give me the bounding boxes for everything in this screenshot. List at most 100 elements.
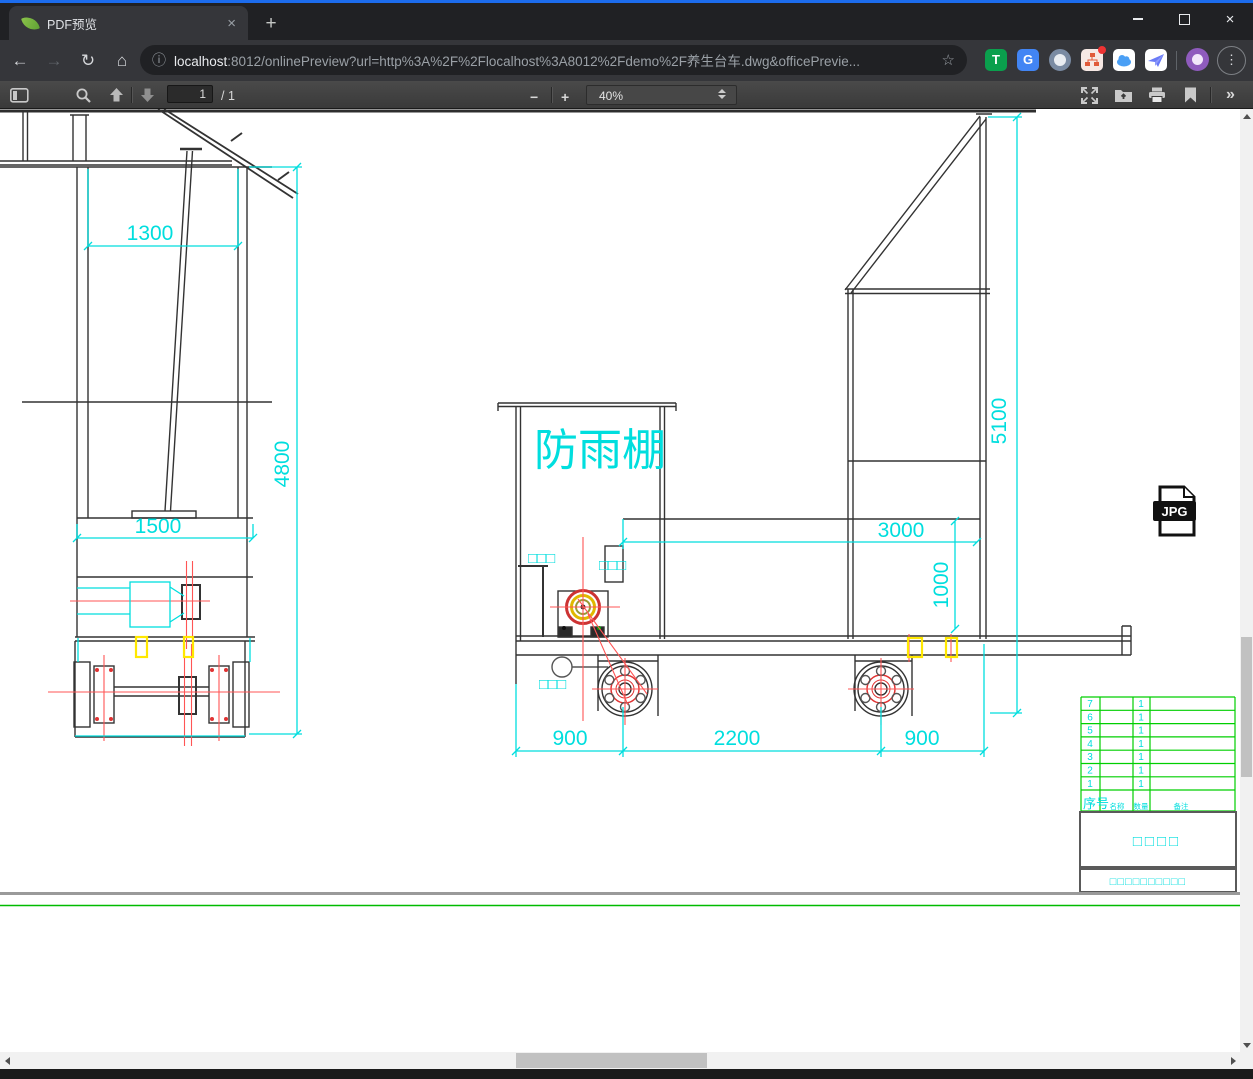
tampermonkey-extension-icon[interactable]: T: [985, 49, 1007, 71]
vertical-scrollbar[interactable]: [1240, 109, 1253, 1052]
scroll-up-arrow[interactable]: [1240, 109, 1253, 123]
translate-extension-icon[interactable]: G: [1017, 49, 1039, 71]
zoom-level-select[interactable]: 40%: [586, 85, 737, 105]
reload-button[interactable]: ↻: [74, 51, 102, 71]
dim-box-height: 1000: [930, 562, 953, 609]
forward-button[interactable]: →: [40, 51, 68, 71]
horizontal-scroll-thumb[interactable]: [516, 1053, 707, 1068]
avatar-face: [1192, 54, 1203, 65]
bird-extension-icon[interactable]: [1145, 49, 1167, 71]
rain-shelter-label: 防雨棚: [534, 426, 666, 475]
search-button[interactable]: [75, 86, 92, 104]
bom-header-name: 名称: [1110, 801, 1126, 811]
pdf-toolbar: / 1 − + 40% »: [0, 81, 1253, 109]
wheel-left: [597, 655, 659, 717]
presentation-mode-button[interactable]: [1081, 86, 1098, 104]
maximize-button[interactable]: [1161, 3, 1207, 35]
sitemap-extension-icon[interactable]: [1081, 46, 1106, 71]
bom-qty: 1: [1138, 766, 1144, 777]
page-info-icon[interactable]: ⓘ: [152, 50, 166, 70]
profile-avatar[interactable]: [1186, 48, 1209, 71]
tools-separator: [1210, 87, 1212, 103]
page-up-icon: [110, 88, 123, 102]
tab-pdf-preview[interactable]: PDF预览 ×: [9, 6, 248, 40]
bookmark-button[interactable]: [1184, 86, 1197, 104]
annotation-1: □□□: [528, 550, 555, 567]
bird-glyph: [1148, 54, 1164, 67]
print-button[interactable]: [1148, 86, 1166, 104]
spring-leaf-favicon: [21, 13, 40, 33]
bom-qty: 1: [1138, 739, 1144, 750]
page-count-label: / 1: [221, 89, 235, 103]
sidebar-toggle-button[interactable]: [10, 86, 29, 104]
front-view: [0, 109, 1036, 738]
jpg-file-icon[interactable]: JPG: [1153, 485, 1196, 537]
url-rest: :8012/onlinePreview?url=http%3A%2F%2Floc…: [227, 54, 860, 69]
bom-header-qty: 数量: [1134, 801, 1150, 811]
bom-qty: 1: [1138, 699, 1144, 710]
zoom-level-value: 40%: [599, 89, 624, 103]
dim-right-overhang: 900: [904, 727, 939, 750]
bom-qty: 1: [1138, 726, 1144, 737]
dim-box-length: 3000: [878, 519, 925, 542]
bom-no: 1: [1087, 779, 1093, 790]
open-file-icon: [1115, 90, 1132, 102]
window-controls: ×: [1115, 3, 1253, 35]
back-button[interactable]: ←: [6, 51, 34, 71]
home-button[interactable]: ⌂: [108, 51, 136, 71]
tab-title: PDF预览: [47, 17, 98, 32]
scroll-down-arrow[interactable]: [1240, 1038, 1253, 1052]
window-bottom-edge: [0, 1069, 1253, 1079]
highlight-marks: [134, 635, 959, 659]
browser-menu-button[interactable]: ⋮: [1217, 46, 1246, 75]
bom-grid: [1080, 696, 1236, 812]
minimize-button[interactable]: [1115, 3, 1161, 35]
page-down-icon: [141, 88, 154, 102]
url-text[interactable]: localhost:8012/onlinePreview?url=http%3A…: [174, 50, 934, 70]
side-view: [497, 113, 1132, 684]
hub-bolt-marks: [95, 668, 228, 721]
zoom-out-button[interactable]: −: [530, 89, 538, 105]
cad-canvas: 1300 1500 4800 3000 1000 5100 900 2200 9…: [0, 109, 1240, 907]
scroll-left-arrow[interactable]: [0, 1052, 14, 1069]
horizontal-scrollbar[interactable]: [0, 1052, 1240, 1069]
zoom-in-button[interactable]: +: [561, 89, 569, 105]
footer-block-text: □□□□□□□□□□: [1110, 876, 1186, 888]
scroll-right-arrow[interactable]: [1226, 1052, 1240, 1069]
address-bar[interactable]: ⓘ localhost:8012/onlinePreview?url=http%…: [140, 45, 967, 75]
dimension-labels: 1300 1500 4800 3000 1000 5100 900 2200 9…: [127, 222, 1011, 750]
page-up-button[interactable]: [108, 86, 125, 104]
print-icon: [1149, 87, 1165, 103]
fullscreen-icon: [1081, 86, 1098, 104]
tab-close-icon[interactable]: ×: [223, 15, 240, 32]
bom-no: 2: [1087, 766, 1093, 777]
bom-no: 6: [1087, 712, 1093, 723]
select-spinner-icon: [718, 89, 726, 99]
sidebar-toggle-icon: [10, 87, 29, 103]
minimize-icon: [1133, 18, 1143, 20]
page-down-button[interactable]: [139, 86, 156, 104]
cloud-extension-icon[interactable]: [1113, 49, 1135, 71]
maximize-icon: [1178, 13, 1190, 25]
dim-front-width: 1500: [135, 515, 182, 538]
toolbar-divider: [1176, 51, 1177, 70]
annotation-3: □□□: [539, 676, 566, 693]
toolbar-separator: [131, 87, 133, 103]
open-file-button[interactable]: [1114, 86, 1133, 104]
dim-wheelbase: 2200: [714, 727, 761, 750]
bom-header-note: 备注: [1174, 801, 1190, 811]
new-tab-button[interactable]: +: [258, 11, 284, 37]
zoom-separator: [551, 87, 553, 103]
url-host: localhost: [174, 54, 228, 69]
page-number-input[interactable]: [167, 85, 213, 103]
bookmark-star-icon[interactable]: ☆: [942, 51, 955, 69]
bom-no: 3: [1087, 752, 1093, 763]
bookmark-icon: [1185, 87, 1196, 103]
vertical-scroll-thumb[interactable]: [1241, 637, 1252, 777]
tab-strip: PDF预览 × + ×: [0, 3, 1253, 40]
toolbar-overflow-button[interactable]: »: [1226, 86, 1235, 104]
wheel-right: [853, 655, 913, 717]
ring-extension-icon[interactable]: [1049, 49, 1071, 71]
side-view-wheels: [597, 655, 913, 717]
close-button[interactable]: ×: [1207, 3, 1253, 35]
